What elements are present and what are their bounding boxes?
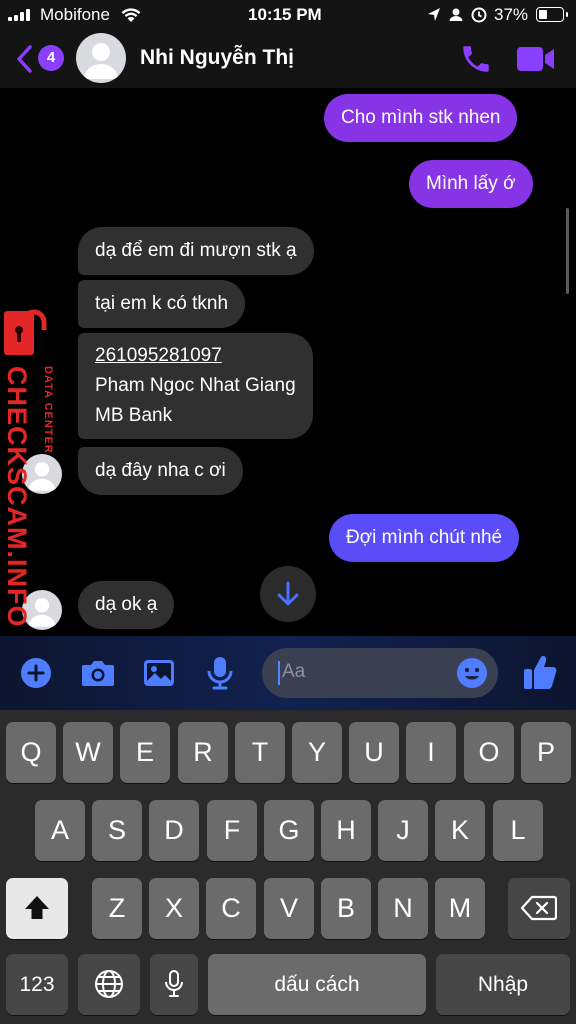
globe-key[interactable] — [78, 954, 140, 1015]
watermark-main-text: CHECKSCAM.INFO — [2, 366, 32, 628]
status-icons — [428, 7, 487, 23]
avatar[interactable] — [76, 33, 126, 83]
scrollbar[interactable] — [566, 208, 569, 294]
message-bubble-incoming[interactable]: dạ ok ạ — [78, 581, 175, 629]
back-chevron-icon — [17, 45, 32, 73]
conversation-header: 4 Nhi Nguyễn Thị — [0, 30, 576, 88]
key-r[interactable]: R — [178, 722, 228, 783]
backspace-icon — [520, 895, 558, 921]
person-icon — [449, 8, 463, 21]
status-bar: Mobifone 10:15 PM 37% — [0, 0, 576, 30]
key-z[interactable]: Z — [92, 878, 142, 939]
default-avatar-icon — [84, 43, 118, 79]
video-camera-icon[interactable] — [516, 44, 556, 74]
key-a[interactable]: A — [35, 800, 85, 861]
key-d[interactable]: D — [149, 800, 199, 861]
key-h[interactable]: H — [321, 800, 371, 861]
wifi-icon — [121, 8, 141, 22]
text-caret — [278, 661, 280, 685]
watermark: CHECKSCAM.INFO DATA CENTER — [2, 308, 62, 628]
cellular-signal-icon — [8, 9, 36, 21]
scroll-to-bottom-button[interactable] — [260, 566, 316, 622]
message-bubble-incoming[interactable]: 261095281097 Pham Ngoc Nhat Giang MB Ban… — [78, 333, 313, 439]
arrow-down-icon — [277, 581, 299, 606]
key-c[interactable]: C — [206, 878, 256, 939]
emoji-icon[interactable] — [456, 657, 488, 689]
key-m[interactable]: M — [435, 878, 485, 939]
key-n[interactable]: N — [378, 878, 428, 939]
on-screen-keyboard: QWERTYUIOP ASDFGHJKL ZXCVBNM 123 dấu các… — [0, 710, 576, 1024]
phone-icon[interactable] — [459, 42, 493, 76]
key-s[interactable]: S — [92, 800, 142, 861]
thumbs-up-icon[interactable] — [522, 653, 558, 691]
message-bubble-outgoing[interactable]: Mình lấy ớ — [409, 160, 533, 208]
message-input-placeholder: Aa — [282, 661, 306, 682]
key-x[interactable]: X — [149, 878, 199, 939]
unread-badge: 4 — [38, 45, 64, 71]
carrier-name: Mobifone — [40, 5, 110, 24]
globe-icon — [95, 970, 123, 998]
key-j[interactable]: J — [378, 800, 428, 861]
numbers-key[interactable]: 123 — [6, 954, 68, 1015]
key-y[interactable]: Y — [292, 722, 342, 783]
key-o[interactable]: O — [464, 722, 514, 783]
location-icon — [428, 8, 440, 21]
plus-icon[interactable] — [20, 657, 52, 689]
key-g[interactable]: G — [264, 800, 314, 861]
clock-time: 10:15 PM — [248, 5, 322, 24]
return-key[interactable]: Nhập — [436, 954, 570, 1015]
watermark-sub-text: DATA CENTER — [42, 366, 54, 454]
key-q[interactable]: Q — [6, 722, 56, 783]
key-e[interactable]: E — [120, 722, 170, 783]
key-f[interactable]: F — [207, 800, 257, 861]
message-bubble-outgoing[interactable]: Cho mình stk nhen — [324, 94, 518, 142]
account-number-link[interactable]: 261095281097 — [95, 341, 296, 371]
space-key[interactable]: dấu cách — [208, 954, 426, 1015]
alarm-icon — [471, 7, 487, 23]
dictation-key[interactable] — [150, 954, 198, 1015]
backspace-key[interactable] — [508, 878, 570, 939]
message-bubble-outgoing[interactable]: Đợi mình chút nhé — [329, 514, 520, 562]
key-t[interactable]: T — [235, 722, 285, 783]
battery-icon — [536, 7, 568, 22]
message-input[interactable]: Aa — [262, 648, 498, 698]
image-icon[interactable] — [142, 657, 176, 689]
message-bubble-incoming[interactable]: dạ đây nha c ơi — [78, 447, 243, 495]
key-b[interactable]: B — [321, 878, 371, 939]
key-p[interactable]: P — [521, 722, 571, 783]
contact-name[interactable]: Nhi Nguyễn Thị — [140, 46, 294, 70]
key-w[interactable]: W — [63, 722, 113, 783]
key-l[interactable]: L — [493, 800, 543, 861]
shift-icon — [25, 896, 49, 919]
battery-percent: 37% — [494, 5, 529, 24]
lock-icon — [4, 309, 47, 355]
microphone-icon[interactable] — [206, 655, 234, 691]
key-u[interactable]: U — [349, 722, 399, 783]
key-v[interactable]: V — [264, 878, 314, 939]
key-i[interactable]: I — [406, 722, 456, 783]
message-bubble-incoming[interactable]: dạ để em đi mượn stk ạ — [78, 227, 314, 275]
message-composer: Aa — [0, 636, 576, 710]
microphone-icon — [165, 970, 183, 997]
shift-key[interactable] — [6, 878, 68, 939]
camera-icon[interactable] — [80, 657, 116, 689]
message-bubble-incoming[interactable]: tại em k có tknh — [78, 280, 246, 328]
key-k[interactable]: K — [435, 800, 485, 861]
back-button[interactable]: 4 — [14, 42, 64, 76]
